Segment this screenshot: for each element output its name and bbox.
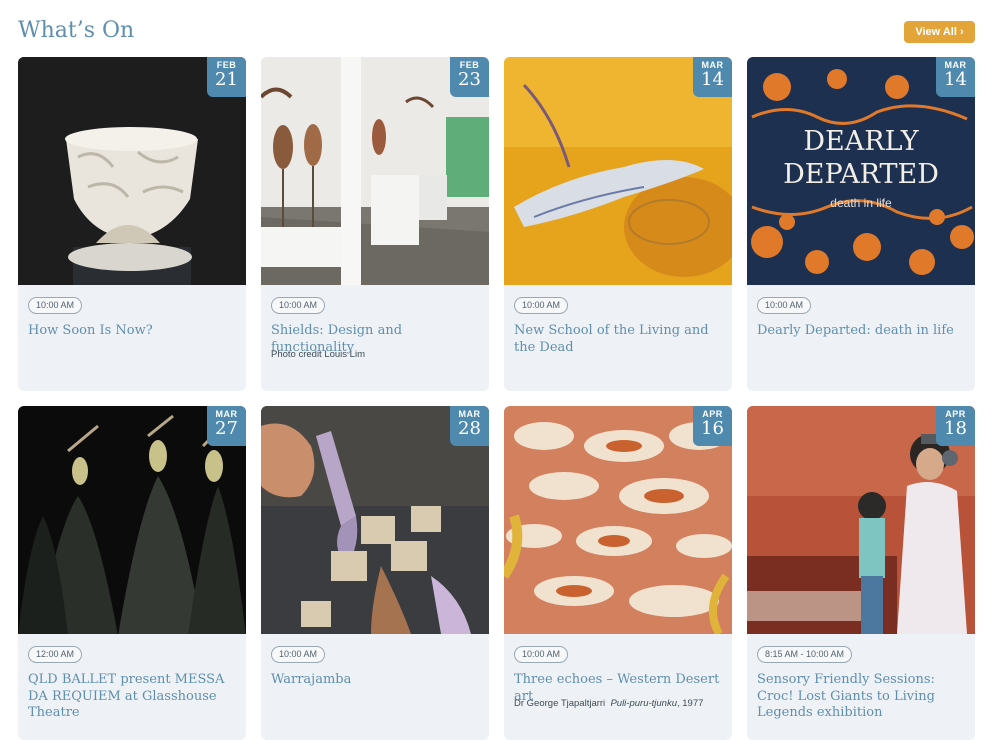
event-card[interactable]: MAR 14 10:00 AM New School of the Living… [504, 57, 732, 391]
event-card[interactable]: MAR 27 12:00 AM QLD BALLET present MESSA… [18, 406, 246, 740]
event-title[interactable]: New School of the Living and the Dead [514, 323, 726, 356]
date-badge: APR 18 [936, 406, 975, 446]
view-all-button[interactable]: View All › [904, 21, 975, 43]
event-card[interactable]: FEB 23 10:00 AM Shields: Design and func… [261, 57, 489, 391]
event-card[interactable]: APR 16 10:00 AM Three echoes – Western D… [504, 406, 732, 740]
poster-subtitle: death in life [830, 196, 892, 210]
date-badge: APR 16 [693, 406, 732, 446]
section-header: What’s On View All › [18, 16, 975, 50]
date-badge: FEB 21 [207, 57, 246, 97]
date-day: 14 [701, 69, 724, 90]
time-pill: 10:00 AM [271, 646, 326, 663]
time-pill: 12:00 AM [28, 646, 83, 663]
event-title[interactable]: Dearly Departed: death in life [757, 323, 969, 340]
date-badge: FEB 23 [450, 57, 489, 97]
event-card[interactable]: MAR 28 10:00 AM Warrajamba [261, 406, 489, 740]
date-badge: MAR 28 [450, 406, 489, 446]
date-badge: MAR 27 [207, 406, 246, 446]
event-card[interactable]: APR 18 8:15 AM - 10:00 AM Sensory Friend… [747, 406, 975, 740]
date-day: 16 [701, 418, 724, 439]
date-day: 14 [944, 69, 967, 90]
event-title[interactable]: QLD BALLET present MESSA DA REQUIEM at G… [28, 672, 240, 722]
time-pill: 10:00 AM [514, 646, 569, 663]
poster-title: DEARLY DEPARTED [783, 126, 939, 190]
date-day: 21 [215, 69, 238, 90]
date-day: 23 [458, 69, 481, 90]
time-pill: 10:00 AM [757, 297, 812, 314]
photo-credit: Photo credit Louis Lim [271, 349, 365, 360]
time-pill: 10:00 AM [271, 297, 326, 314]
event-title[interactable]: How Soon Is Now? [28, 323, 240, 340]
event-title[interactable]: Warrajamba [271, 672, 483, 689]
section-title: What’s On [18, 18, 135, 43]
time-pill: 10:00 AM [28, 297, 83, 314]
artwork-credit: Dr George Tjapaltjarri Puli-puru-tjunku,… [514, 698, 704, 709]
date-badge: MAR 14 [693, 57, 732, 97]
date-day: 18 [944, 418, 967, 439]
time-pill: 10:00 AM [514, 297, 569, 314]
date-day: 28 [458, 418, 481, 439]
event-card[interactable]: DEARLY DEPARTED death in life MAR 14 10:… [747, 57, 975, 391]
event-title[interactable]: Sensory Friendly Sessions: Croc! Lost Gi… [757, 672, 969, 722]
event-card[interactable]: FEB 21 10:00 AM How Soon Is Now? [18, 57, 246, 391]
time-pill: 8:15 AM - 10:00 AM [757, 646, 853, 663]
date-day: 27 [215, 418, 238, 439]
date-badge: MAR 14 [936, 57, 975, 97]
